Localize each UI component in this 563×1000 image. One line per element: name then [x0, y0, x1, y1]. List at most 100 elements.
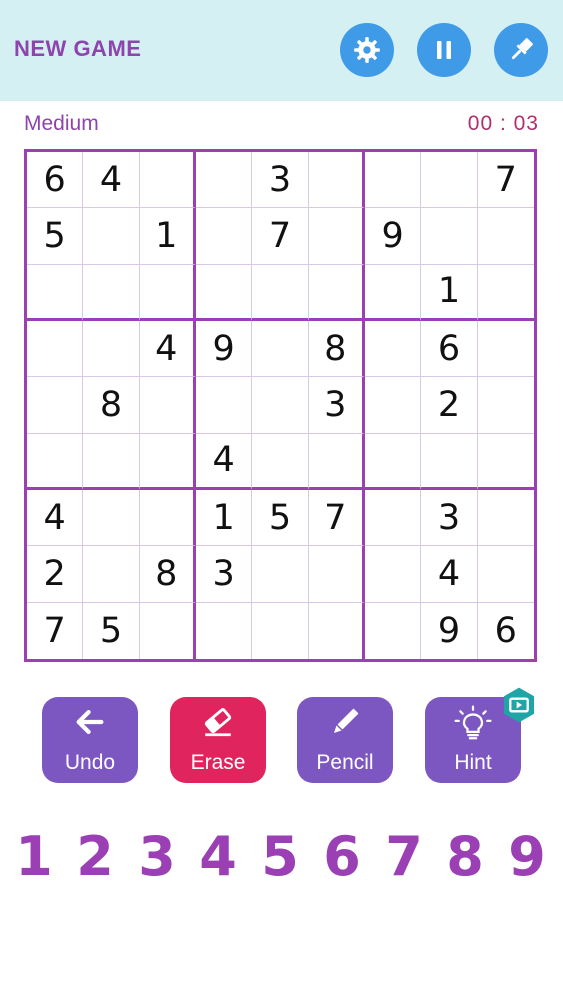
board-cell[interactable]: [364, 546, 422, 603]
board-cell[interactable]: [365, 602, 422, 659]
number-key-5[interactable]: 5: [255, 825, 305, 888]
settings-button[interactable]: [340, 23, 394, 77]
board-cell[interactable]: [309, 602, 365, 659]
board-cell[interactable]: 1: [139, 208, 196, 265]
pencil-button[interactable]: Pencil: [297, 697, 393, 783]
board-cell[interactable]: [421, 208, 478, 265]
board-cell[interactable]: [27, 320, 84, 378]
board-cell[interactable]: 3: [421, 489, 478, 547]
board-cell[interactable]: [83, 264, 140, 321]
board-cell[interactable]: [83, 546, 140, 603]
board-cell[interactable]: [477, 265, 534, 321]
board-cell[interactable]: [27, 433, 84, 490]
board-cell[interactable]: [139, 489, 196, 547]
board-cell[interactable]: 9: [421, 602, 478, 659]
number-key-2[interactable]: 2: [70, 825, 120, 888]
board-cell[interactable]: [27, 264, 84, 321]
number-key-7[interactable]: 7: [379, 825, 429, 888]
board-cell[interactable]: [308, 208, 365, 265]
board-cell[interactable]: [140, 602, 196, 659]
board-cell[interactable]: 4: [139, 320, 196, 378]
board-cell[interactable]: [477, 377, 534, 434]
board-cell[interactable]: 3: [252, 152, 309, 209]
board-cell[interactable]: [364, 264, 422, 321]
number-key-8[interactable]: 8: [440, 825, 490, 888]
board-cell[interactable]: [477, 546, 534, 603]
board-cell[interactable]: 5: [83, 602, 140, 659]
board-cell[interactable]: [477, 321, 534, 378]
video-ad-badge[interactable]: [500, 686, 538, 724]
board-cell[interactable]: [252, 320, 309, 378]
number-key-9[interactable]: 9: [502, 825, 552, 888]
board-cell[interactable]: 7: [252, 208, 309, 265]
board-cell[interactable]: [139, 377, 196, 434]
erase-label: Erase: [190, 751, 246, 774]
board-cell[interactable]: [421, 433, 478, 490]
board-cell[interactable]: 1: [195, 489, 253, 547]
board-cell[interactable]: [195, 208, 253, 265]
board-cell[interactable]: 9: [195, 320, 253, 378]
board-cell[interactable]: [477, 208, 534, 265]
board-cell[interactable]: [195, 152, 253, 209]
board-cell[interactable]: 7: [477, 152, 534, 209]
board-cell[interactable]: 4: [421, 546, 478, 603]
board-cell[interactable]: 2: [27, 546, 84, 603]
board-cell[interactable]: [421, 152, 478, 209]
board-cell[interactable]: [83, 320, 140, 378]
board-cell[interactable]: [308, 264, 365, 321]
board-cell[interactable]: 8: [308, 320, 365, 378]
board-cell[interactable]: [308, 546, 365, 603]
erase-button[interactable]: Erase: [170, 697, 266, 783]
board-cell[interactable]: [252, 264, 309, 321]
number-key-4[interactable]: 4: [193, 825, 243, 888]
board-cell[interactable]: 9: [364, 208, 422, 265]
board-cell[interactable]: [252, 377, 309, 434]
board-cell[interactable]: 6: [421, 320, 478, 378]
board-cell[interactable]: [139, 152, 196, 209]
board-cell[interactable]: 1: [421, 264, 478, 321]
board-cell[interactable]: [196, 602, 253, 659]
board-cell[interactable]: 4: [83, 152, 140, 209]
board-cell[interactable]: 7: [27, 602, 84, 659]
board-cell[interactable]: [252, 546, 309, 603]
board-cell[interactable]: [364, 320, 422, 378]
number-key-1[interactable]: 1: [9, 825, 59, 888]
board-cell[interactable]: [364, 377, 422, 434]
new-game-button[interactable]: NEW GAME: [14, 36, 141, 62]
theme-button[interactable]: [494, 23, 548, 77]
board-cell[interactable]: 5: [252, 489, 309, 547]
board-cell[interactable]: [477, 434, 534, 490]
board-cell[interactable]: [195, 377, 253, 434]
board-cell[interactable]: 2: [421, 377, 478, 434]
board-cell[interactable]: 5: [27, 208, 84, 265]
board-cell[interactable]: [364, 152, 422, 209]
board-cell[interactable]: [252, 433, 309, 490]
pencil-label: Pencil: [316, 751, 374, 774]
board-cell[interactable]: [195, 264, 253, 321]
board-cell[interactable]: 4: [27, 489, 84, 547]
board-cell[interactable]: [83, 208, 140, 265]
board-cell[interactable]: 6: [27, 152, 84, 209]
board-cell[interactable]: 4: [195, 433, 253, 490]
board-cell[interactable]: [83, 489, 140, 547]
pause-button[interactable]: [417, 23, 471, 77]
board-cell[interactable]: 7: [308, 489, 365, 547]
board-cell[interactable]: [364, 433, 422, 490]
board-cell[interactable]: 8: [139, 546, 196, 603]
board-cell[interactable]: [27, 377, 84, 434]
board-cell[interactable]: [364, 489, 422, 547]
board-cell[interactable]: [139, 264, 196, 321]
board-cell[interactable]: [139, 433, 196, 490]
board-cell[interactable]: [83, 433, 140, 490]
board-cell[interactable]: 6: [478, 603, 534, 659]
board-cell[interactable]: [308, 152, 365, 209]
board-cell[interactable]: [252, 602, 309, 659]
board-cell[interactable]: [477, 490, 534, 547]
board-cell[interactable]: 3: [308, 377, 365, 434]
board-cell[interactable]: 3: [195, 546, 253, 603]
undo-button[interactable]: Undo: [42, 697, 138, 783]
board-cell[interactable]: 8: [83, 377, 140, 434]
number-key-3[interactable]: 3: [132, 825, 182, 888]
board-cell[interactable]: [308, 433, 365, 490]
number-key-6[interactable]: 6: [317, 825, 367, 888]
